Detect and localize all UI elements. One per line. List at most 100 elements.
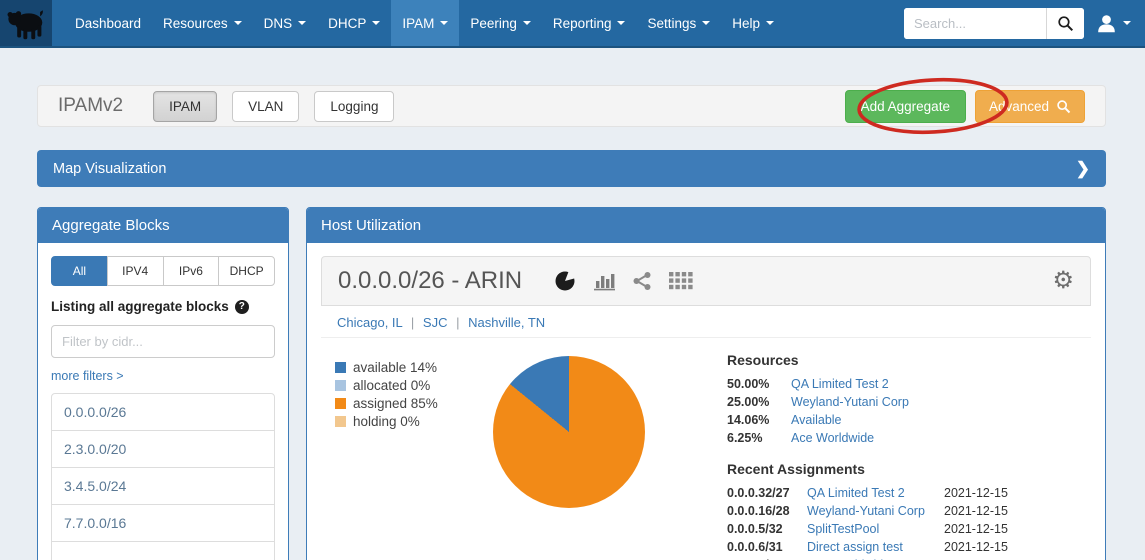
user-icon — [1096, 13, 1117, 34]
gear-icon[interactable]: ⚙ — [1052, 269, 1074, 293]
utilization-content: available 14% allocated 0% assigned 85% … — [321, 338, 1091, 560]
listing-caption: Listing all aggregate blocks ? — [51, 299, 275, 314]
table-row: 6.25%Ace Worldwide — [727, 431, 1089, 445]
map-visualization-title: Map Visualization — [53, 161, 166, 177]
utilization-info: Resources 50.00%QA Limited Test 2 25.00%… — [717, 352, 1089, 560]
assignment-link[interactable]: Direct assign test — [807, 540, 944, 554]
resource-percent: 25.00% — [727, 395, 791, 409]
legend-label: holding 0% — [353, 414, 420, 429]
assignment-link[interactable]: Weyland-Yutani Corp — [807, 504, 944, 518]
pie-chart-icon[interactable] — [554, 270, 576, 292]
help-icon[interactable]: ? — [235, 300, 249, 314]
resource-percent: 14.06% — [727, 413, 791, 427]
cidr-filter-input[interactable] — [51, 325, 275, 358]
list-item[interactable] — [52, 541, 274, 560]
assignment-date: 2021-12-15 — [944, 522, 1089, 536]
assignment-date: 2021-12-15 — [944, 486, 1089, 500]
resource-link[interactable]: Ace Worldwide — [791, 431, 1089, 445]
nav-item-resources[interactable]: Resources — [152, 0, 253, 46]
assignment-date: 2021-12-15 — [944, 540, 1089, 554]
search-icon — [1057, 15, 1074, 32]
list-item[interactable]: 7.7.0.0/16 — [52, 504, 274, 541]
resource-link[interactable]: Available — [791, 413, 1089, 427]
list-item[interactable]: 0.0.0.0/26 — [52, 394, 274, 430]
aggregate-blocks-header: Aggregate Blocks — [38, 208, 288, 243]
location-link[interactable]: SJC — [423, 315, 448, 330]
listing-text: Listing all aggregate blocks — [51, 299, 229, 314]
chevron-right-icon[interactable]: ❯ — [1076, 159, 1090, 179]
block-title: 0.0.0.0/26 - ARIN — [338, 267, 522, 295]
more-filters-link[interactable]: more filters > — [51, 369, 124, 383]
table-row: 0.0.0.16/28Weyland-Yutani Corp2021-12-15 — [727, 504, 1089, 518]
nav-label: DHCP — [328, 16, 366, 31]
nav-label: DNS — [264, 16, 293, 31]
add-aggregate-button[interactable]: Add Aggregate — [845, 90, 966, 123]
nav-item-dhcp[interactable]: DHCP — [317, 0, 391, 46]
legend-swatch — [335, 398, 346, 409]
search-input[interactable] — [904, 8, 1046, 39]
table-row: 50.00%QA Limited Test 2 — [727, 377, 1089, 391]
nav-item-dashboard[interactable]: Dashboard — [64, 0, 152, 46]
caret-down-icon — [523, 21, 531, 25]
aggregate-block-list: 0.0.0.0/26 2.3.0.0/20 3.4.5.0/24 7.7.0.0… — [51, 393, 275, 560]
legend-item: allocated 0% — [335, 378, 493, 393]
location-links: Chicago, IL | SJC | Nashville, TN — [321, 306, 1091, 338]
panels-row: Aggregate Blocks All IPV4 IPv6 DHCP List… — [37, 207, 1106, 560]
bar-chart-icon[interactable] — [593, 271, 615, 291]
nav-item-help[interactable]: Help — [721, 0, 785, 46]
search-icon — [1056, 99, 1071, 114]
assignment-cidr: 0.0.0.6/31 — [727, 540, 807, 554]
utilization-title-band: 0.0.0.0/26 - ARIN — [321, 256, 1091, 306]
tab-dhcp[interactable]: DHCP — [218, 256, 275, 286]
share-icon[interactable] — [632, 271, 652, 291]
table-row: 14.06%Available — [727, 413, 1089, 427]
assignment-cidr: 0.0.0.5/32 — [727, 522, 807, 536]
recent-assignments: Recent Assignments 0.0.0.32/27QA Limited… — [727, 461, 1089, 560]
main-menu: Dashboard Resources DNS DHCP IPAM Peerin… — [64, 0, 785, 46]
list-item[interactable]: 3.4.5.0/24 — [52, 467, 274, 504]
nav-item-settings[interactable]: Settings — [636, 0, 721, 46]
view-button-logging[interactable]: Logging — [314, 91, 394, 122]
search-group — [904, 8, 1084, 39]
nav-item-reporting[interactable]: Reporting — [542, 0, 637, 46]
tab-all[interactable]: All — [51, 256, 108, 286]
resource-percent: 6.25% — [727, 431, 791, 445]
caret-down-icon — [766, 21, 774, 25]
view-button-vlan[interactable]: VLAN — [232, 91, 299, 122]
host-utilization-header: Host Utilization — [307, 208, 1105, 243]
nav-item-peering[interactable]: Peering — [459, 0, 542, 46]
legend-label: allocated 0% — [353, 378, 430, 393]
advanced-button[interactable]: Advanced — [975, 90, 1085, 123]
legend-item: assigned 85% — [335, 396, 493, 411]
nav-item-ipam[interactable]: IPAM — [391, 0, 459, 46]
user-menu[interactable] — [1096, 13, 1131, 34]
resource-link[interactable]: QA Limited Test 2 — [791, 377, 1089, 391]
list-item[interactable]: 2.3.0.0/20 — [52, 430, 274, 467]
grid-icon[interactable] — [669, 272, 693, 290]
location-link[interactable]: Nashville, TN — [468, 315, 545, 330]
nav-item-dns[interactable]: DNS — [253, 0, 318, 46]
aggregate-blocks-body: All IPV4 IPv6 DHCP Listing all aggregate… — [38, 243, 288, 560]
map-visualization-bar[interactable]: Map Visualization ❯ — [37, 150, 1106, 187]
assignment-link[interactable]: QA Limited Test 2 — [807, 486, 944, 500]
legend-item: available 14% — [335, 360, 493, 375]
nav-label: Dashboard — [75, 16, 141, 31]
view-button-ipam[interactable]: IPAM — [153, 91, 217, 122]
nav-label: Peering — [470, 16, 517, 31]
aggregate-blocks-panel: Aggregate Blocks All IPV4 IPv6 DHCP List… — [37, 207, 289, 560]
assignment-link[interactable]: SplitTestPool — [807, 522, 944, 536]
app-logo[interactable] — [0, 0, 52, 46]
resource-link[interactable]: Weyland-Yutani Corp — [791, 395, 1089, 409]
top-navbar: Dashboard Resources DNS DHCP IPAM Peerin… — [0, 0, 1145, 48]
location-link[interactable]: Chicago, IL — [337, 315, 402, 330]
utilization-pie-chart — [493, 356, 645, 508]
legend-item: holding 0% — [335, 414, 493, 429]
recent-assignments-heading: Recent Assignments — [727, 461, 1089, 477]
caret-down-icon — [617, 21, 625, 25]
caret-down-icon — [702, 21, 710, 25]
resources-heading: Resources — [727, 352, 1089, 368]
tab-ipv6[interactable]: IPv6 — [163, 256, 220, 286]
tab-ipv4[interactable]: IPV4 — [107, 256, 164, 286]
search-button[interactable] — [1046, 8, 1084, 39]
separator: | — [411, 315, 414, 330]
